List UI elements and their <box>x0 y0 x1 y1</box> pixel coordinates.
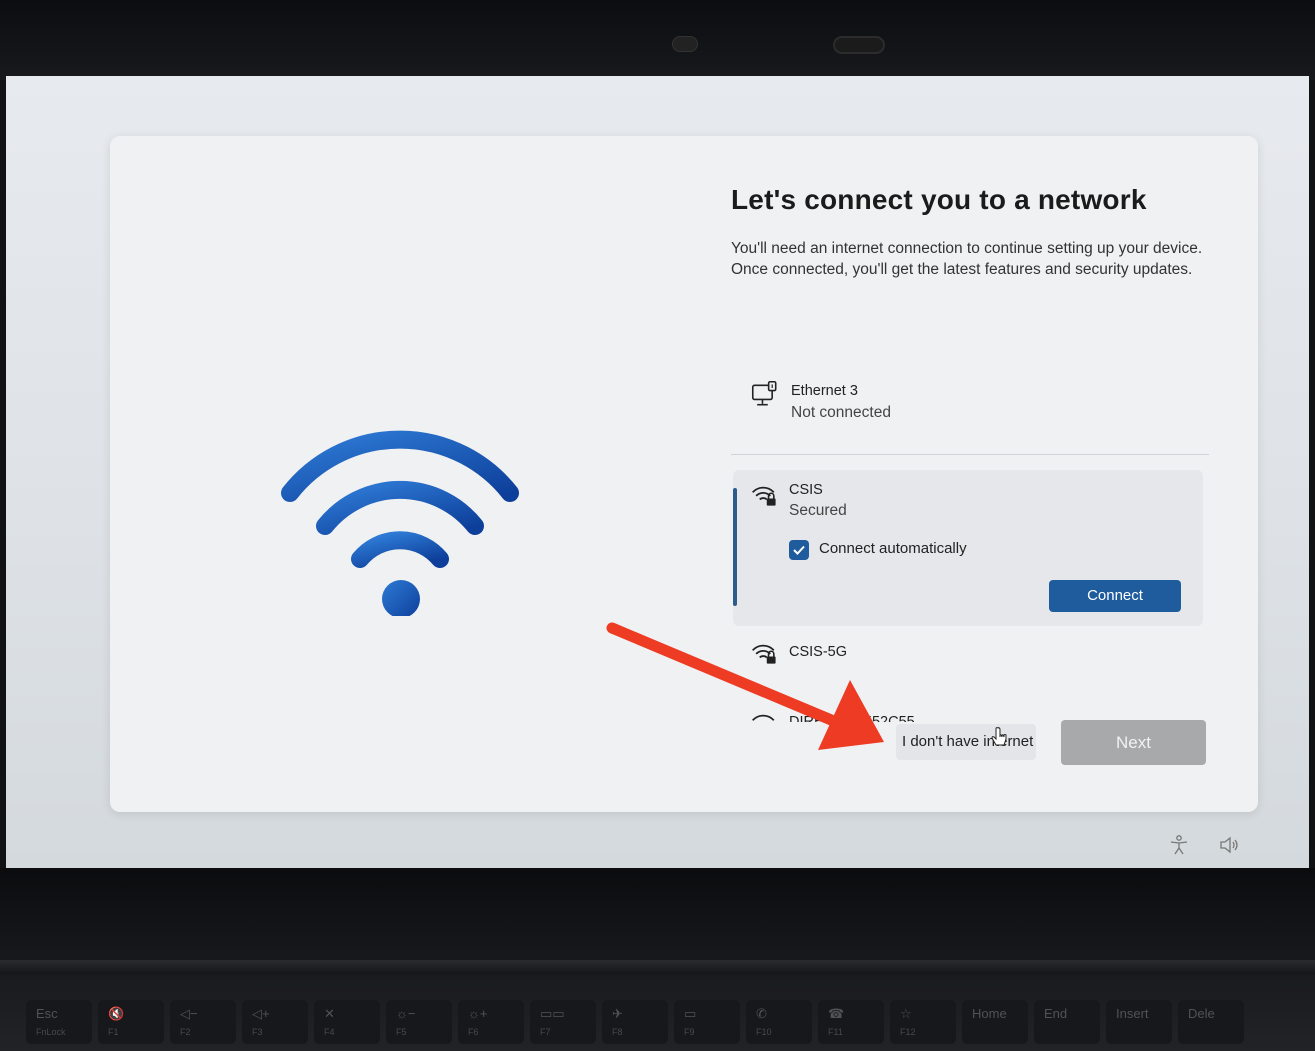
next-button[interactable]: Next <box>1061 720 1206 765</box>
connect-button[interactable]: Connect <box>1049 580 1181 612</box>
checkmark-icon <box>793 545 805 555</box>
key-sub-label: F11 <box>828 1027 843 1037</box>
network-item-csis-5g[interactable]: CSIS-5G <box>731 640 1131 674</box>
wifi-secured-icon <box>751 486 776 506</box>
key-f11[interactable]: ☎ F11 <box>818 1000 884 1044</box>
oobe-screen: Let's connect you to a network You'll ne… <box>6 76 1309 868</box>
webcam-icon <box>672 36 698 52</box>
key-sub-label: F1 <box>108 1027 119 1037</box>
key-sub-label: F7 <box>540 1027 551 1037</box>
laptop-top-bezel <box>0 0 1315 80</box>
key-sub-label: FnLock <box>36 1027 66 1037</box>
key-label: Esc <box>36 1006 58 1021</box>
wifi-icon <box>751 714 775 721</box>
key-f4[interactable]: ✕ F4 <box>314 1000 380 1044</box>
key-label: Insert <box>1116 1006 1149 1021</box>
setup-dialog: Let's connect you to a network You'll ne… <box>110 136 1258 812</box>
key-sub-label: F10 <box>756 1027 772 1037</box>
network-status: Secured <box>789 502 847 519</box>
key-label: ✕ <box>324 1006 335 1021</box>
selection-indicator <box>733 488 737 606</box>
network-item-ethernet[interactable]: Ethernet 3 Not connected <box>731 380 1131 427</box>
key-f5[interactable]: ☼− F5 <box>386 1000 452 1044</box>
divider <box>731 454 1209 455</box>
key-f2[interactable]: ◁− F2 <box>170 1000 236 1044</box>
key-label: ✈ <box>612 1006 623 1021</box>
key-esc[interactable]: Esc FnLock <box>26 1000 92 1044</box>
key-label: ☎ <box>828 1006 845 1021</box>
laptop-hinge <box>0 960 1315 974</box>
key-f6[interactable]: ☼+ F6 <box>458 1000 524 1044</box>
accessibility-icon[interactable] <box>1168 834 1190 856</box>
key-home[interactable]: Home <box>962 1000 1028 1044</box>
no-internet-button[interactable]: I don't have internet <box>896 724 1036 760</box>
network-pane: Let's connect you to a network You'll ne… <box>731 184 1211 722</box>
key-sub-label: F2 <box>180 1027 191 1037</box>
key-sub-label: F6 <box>468 1027 479 1037</box>
key-delete[interactable]: Dele <box>1178 1000 1244 1044</box>
connect-automatically-label: Connect automatically <box>819 540 967 557</box>
key-f12[interactable]: ☆ F12 <box>890 1000 956 1044</box>
key-label: ☼− <box>396 1006 416 1021</box>
key-sub-label: F12 <box>900 1027 916 1037</box>
key-label: ☆ <box>900 1006 912 1021</box>
key-label: End <box>1044 1006 1068 1021</box>
key-label: Dele <box>1188 1006 1215 1021</box>
privacy-shutter-icon <box>833 36 885 54</box>
wifi-illustration-icon <box>281 430 519 616</box>
key-f9[interactable]: ▭ F9 <box>674 1000 740 1044</box>
key-label: ▭ <box>684 1006 697 1021</box>
key-label: ◁+ <box>252 1006 270 1021</box>
key-sub-label: F4 <box>324 1027 335 1037</box>
key-sub-label: F8 <box>612 1027 623 1037</box>
key-f10[interactable]: ✆ F10 <box>746 1000 812 1044</box>
key-end[interactable]: End <box>1034 1000 1100 1044</box>
page-title: Let's connect you to a network <box>731 184 1147 215</box>
key-f8[interactable]: ✈ F8 <box>602 1000 668 1044</box>
key-label: 🔇 <box>108 1006 125 1021</box>
key-f7[interactable]: ▭▭ F7 <box>530 1000 596 1044</box>
key-label: ☼+ <box>468 1006 488 1021</box>
network-name: CSIS <box>789 482 823 498</box>
volume-icon[interactable] <box>1218 834 1240 856</box>
key-sub-label: F9 <box>684 1027 695 1037</box>
network-name: DIRECT-F3552C55 <box>789 714 915 722</box>
key-label: Home <box>972 1006 1007 1021</box>
network-status: Not connected <box>791 404 891 421</box>
key-insert[interactable]: Insert <box>1106 1000 1172 1044</box>
page-description: You'll need an internet connection to co… <box>731 240 1203 278</box>
network-name: Ethernet 3 <box>791 383 858 399</box>
wifi-secured-icon <box>751 644 776 664</box>
key-label: ◁− <box>180 1006 198 1021</box>
key-f1[interactable]: 🔇 F1 <box>98 1000 164 1044</box>
key-label: ▭▭ <box>540 1006 565 1021</box>
key-sub-label: F5 <box>396 1027 407 1037</box>
key-label: ✆ <box>756 1006 767 1021</box>
network-name: CSIS-5G <box>789 644 848 660</box>
keyboard-function-row: Esc FnLock 🔇 F1 ◁− F2 ◁+ F3 ✕ F4 ☼− F5 ☼+ F6 ▭▭… <box>0 1000 1315 1051</box>
network-item-csis[interactable]: CSIS Secured Connect automatically Conne… <box>733 470 1203 626</box>
hand-cursor-icon <box>991 727 1007 746</box>
key-f3[interactable]: ◁+ F3 <box>242 1000 308 1044</box>
ethernet-icon <box>751 380 777 406</box>
connect-automatically-checkbox[interactable] <box>789 540 809 560</box>
key-sub-label: F3 <box>252 1027 263 1037</box>
